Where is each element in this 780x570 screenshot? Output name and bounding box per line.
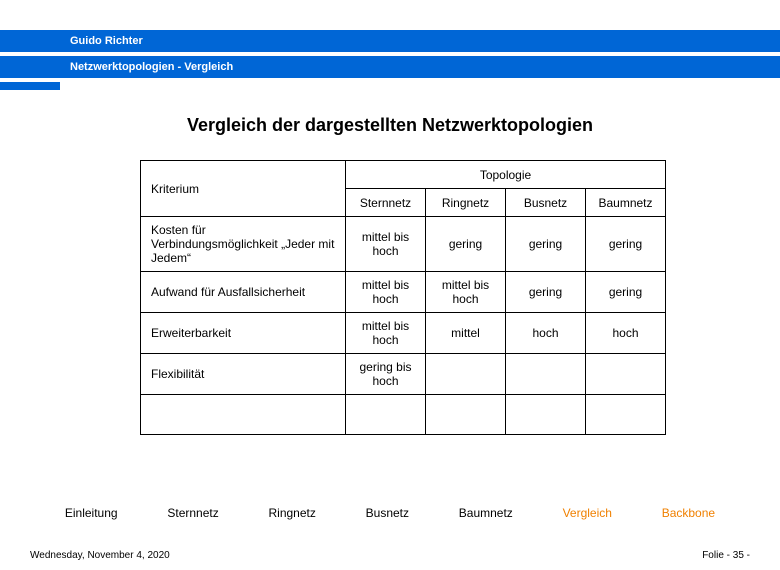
nav-backbone[interactable]: Backbone	[662, 506, 715, 520]
cell: mittel bis hoch	[346, 272, 426, 313]
nav-vergleich[interactable]: Vergleich	[563, 506, 612, 520]
page-title: Vergleich der dargestellten Netzwerktopo…	[0, 115, 780, 136]
cell: mittel bis hoch	[346, 313, 426, 354]
header-band-accent	[0, 82, 60, 90]
cell	[346, 395, 426, 435]
table-row: Erweiterbarkeit mittel bis hoch mittel h…	[141, 313, 666, 354]
table-row: Kosten für Verbindungsmöglichkeit „Jeder…	[141, 217, 666, 272]
cell: mittel bis hoch	[346, 217, 426, 272]
cell: mittel bis hoch	[426, 272, 506, 313]
footer-page: Folie - 35 -	[702, 550, 750, 561]
topology-header: Topologie	[346, 161, 666, 189]
row-label: Kosten für Verbindungsmöglichkeit „Jeder…	[141, 217, 346, 272]
cell: gering	[506, 217, 586, 272]
nav-sternnetz[interactable]: Sternnetz	[167, 506, 218, 520]
cell: gering	[426, 217, 506, 272]
col-busnetz: Busnetz	[506, 189, 586, 217]
cell	[586, 354, 666, 395]
cell: hoch	[586, 313, 666, 354]
cell: gering	[586, 272, 666, 313]
cell	[426, 354, 506, 395]
col-ringnetz: Ringnetz	[426, 189, 506, 217]
cell: gering bis hoch	[346, 354, 426, 395]
cell: hoch	[506, 313, 586, 354]
table-row: Aufwand für Ausfallsicherheit mittel bis…	[141, 272, 666, 313]
cell	[586, 395, 666, 435]
breadcrumb-label: Netzwerktopologien - Vergleich	[70, 61, 233, 73]
col-baumnetz: Baumnetz	[586, 189, 666, 217]
table-row	[141, 395, 666, 435]
row-label: Flexibilität	[141, 354, 346, 395]
cell	[426, 395, 506, 435]
cell: gering	[586, 217, 666, 272]
cell: gering	[506, 272, 586, 313]
row-label: Aufwand für Ausfallsicherheit	[141, 272, 346, 313]
cell	[506, 395, 586, 435]
slide: Guido Richter Netzwerktopologien - Vergl…	[0, 0, 780, 570]
row-label	[141, 395, 346, 435]
nav-ringnetz[interactable]: Ringnetz	[269, 506, 316, 520]
nav-einleitung[interactable]: Einleitung	[65, 506, 118, 520]
cell: mittel	[426, 313, 506, 354]
row-label: Erweiterbarkeit	[141, 313, 346, 354]
nav-baumnetz[interactable]: Baumnetz	[459, 506, 513, 520]
cell	[506, 354, 586, 395]
footer-date: Wednesday, November 4, 2020	[30, 550, 170, 561]
table-header-row: Kriterium Topologie	[141, 161, 666, 189]
nav-bar: Einleitung Sternnetz Ringnetz Busnetz Ba…	[0, 506, 780, 520]
nav-busnetz[interactable]: Busnetz	[366, 506, 409, 520]
col-sternnetz: Sternnetz	[346, 189, 426, 217]
comparison-table: Kriterium Topologie Sternnetz Ringnetz B…	[140, 160, 666, 435]
criterion-header: Kriterium	[141, 161, 346, 217]
table-row: Flexibilität gering bis hoch	[141, 354, 666, 395]
author-label: Guido Richter	[70, 35, 143, 47]
